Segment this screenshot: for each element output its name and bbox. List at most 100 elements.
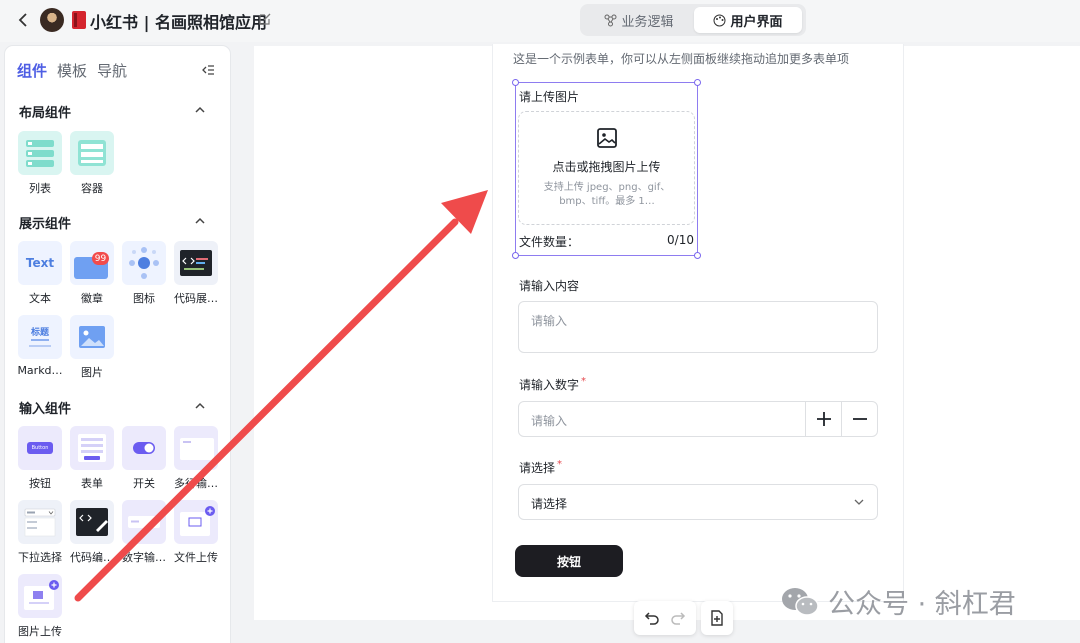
- component-icon[interactable]: 图标: [120, 241, 168, 306]
- component-code-editor[interactable]: 代码编…: [68, 500, 116, 565]
- chevron-up-icon[interactable]: [193, 103, 207, 117]
- badge-icon: 99: [70, 241, 114, 285]
- select-label-text: 请选择: [519, 461, 556, 475]
- increment-button[interactable]: [805, 402, 841, 436]
- number-input-icon: [122, 500, 166, 544]
- image-upload-icon: [18, 574, 62, 618]
- resize-handle[interactable]: [512, 252, 519, 259]
- image-upload-field[interactable]: 请上传图片 点击或拖拽图片上传 支持上传 jpeg、png、gif、bmp、ti…: [512, 79, 701, 259]
- watermark: 公众号 · 斜杠君: [780, 582, 1016, 621]
- undo-icon[interactable]: [644, 610, 660, 626]
- add-page-button[interactable]: [701, 601, 733, 635]
- component-switch[interactable]: 开关: [120, 426, 168, 491]
- top-bar: 小红书 | 名画照相馆应用 业务逻辑 用户界面: [0, 0, 1080, 42]
- component-list[interactable]: 列表: [16, 131, 64, 196]
- component-code-display[interactable]: 代码展…: [172, 241, 220, 306]
- number-placeholder: 请输入: [531, 414, 568, 428]
- switch-icon: [122, 426, 166, 470]
- required-asterisk: *: [581, 376, 587, 387]
- component-text-label: 文本: [29, 292, 51, 305]
- file-count-value: 0/10: [667, 233, 694, 247]
- button-tile-label: Button: [27, 442, 53, 454]
- canvas: 这是一个示例表单，你可以从左侧面板继续拖动追加更多表单项 请上传图片 点击或拖拽…: [254, 44, 1080, 620]
- component-switch-label: 开关: [133, 477, 155, 490]
- component-code-display-label: 代码展…: [174, 292, 218, 305]
- button-icon: Button: [18, 426, 62, 470]
- resize-handle[interactable]: [694, 252, 701, 259]
- resize-handle[interactable]: [694, 79, 701, 86]
- component-dropdown[interactable]: 下拉选择: [16, 500, 64, 565]
- component-icon-label: 图标: [133, 292, 155, 305]
- decrement-button[interactable]: [841, 402, 877, 436]
- component-textarea[interactable]: 多行输…: [172, 426, 220, 491]
- code-editor-icon: [70, 500, 114, 544]
- component-badge-label: 徽章: [81, 292, 103, 305]
- component-textarea-label: 多行输…: [174, 477, 218, 490]
- submit-button[interactable]: 按钮: [515, 545, 623, 577]
- component-markdown[interactable]: 标题 Markd…: [16, 315, 64, 377]
- wechat-icon: [782, 587, 819, 616]
- component-number-input-label: 数字输…: [122, 551, 166, 564]
- resize-handle[interactable]: [512, 79, 519, 86]
- component-image-upload-label: 图片上传: [18, 625, 62, 638]
- tab-user-interface-label: 用户界面: [730, 14, 783, 30]
- section-title-display: 展示组件: [19, 217, 72, 232]
- component-button-label: 按钮: [29, 477, 51, 490]
- panel-tab-templates[interactable]: 模板: [57, 60, 87, 81]
- form-page: 这是一个示例表单，你可以从左侧面板继续拖动追加更多表单项 请上传图片 点击或拖拽…: [492, 44, 904, 602]
- content-label: 请输入内容: [519, 279, 580, 293]
- number-input[interactable]: 请输入: [518, 401, 878, 437]
- text-icon: Text: [18, 241, 62, 285]
- component-button[interactable]: Button 按钮: [16, 426, 64, 491]
- panel-tabs: 组件 模板 导航: [17, 60, 127, 81]
- view-switcher: 业务逻辑 用户界面: [580, 4, 806, 36]
- component-container[interactable]: 容器: [68, 131, 116, 196]
- component-file-upload[interactable]: 文件上传: [172, 500, 220, 565]
- text-tile-label: Text: [25, 256, 55, 270]
- component-image-upload[interactable]: 图片上传: [16, 574, 64, 639]
- component-number-input[interactable]: 数字输…: [120, 500, 168, 565]
- icons-icon: [122, 241, 166, 285]
- component-container-label: 容器: [81, 182, 103, 195]
- markdown-icon: 标题: [18, 315, 62, 359]
- logic-flow-icon: [604, 14, 617, 26]
- list-icon: [18, 131, 62, 175]
- minus-icon: [852, 418, 867, 420]
- form-hint: 这是一个示例表单，你可以从左侧面板继续拖动追加更多表单项: [513, 52, 850, 66]
- redo-icon[interactable]: [670, 610, 686, 626]
- component-form-label: 表单: [81, 477, 103, 490]
- palette-icon: [713, 14, 726, 26]
- image-drop-zone[interactable]: 点击或拖拽图片上传 支持上传 jpeg、png、gif、bmp、tiff。最多 …: [518, 111, 695, 225]
- textarea-icon: [174, 426, 218, 470]
- edit-icon[interactable]: [258, 12, 272, 26]
- component-file-upload-label: 文件上传: [174, 551, 218, 564]
- content-textarea[interactable]: 请输入: [518, 301, 878, 353]
- add-file-icon: [711, 610, 723, 626]
- component-image[interactable]: 图片: [68, 315, 116, 380]
- collapse-panel-icon[interactable]: [201, 63, 215, 77]
- component-text[interactable]: Text 文本: [16, 241, 64, 306]
- panel-tab-navigation[interactable]: 导航: [97, 60, 127, 81]
- plus-icon: [816, 412, 831, 426]
- tab-business-logic[interactable]: 业务逻辑: [586, 7, 692, 33]
- back-arrow-icon[interactable]: [14, 10, 32, 30]
- required-asterisk: *: [557, 459, 563, 470]
- chevron-up-icon[interactable]: [193, 399, 207, 413]
- component-code-editor-label: 代码编…: [70, 551, 114, 564]
- section-title-layout: 布局组件: [19, 106, 72, 121]
- chevron-up-icon[interactable]: [193, 214, 207, 228]
- component-form[interactable]: 表单: [68, 426, 116, 491]
- select-label: 请选择 *: [519, 459, 562, 476]
- number-label: 请输入数字 *: [519, 376, 586, 393]
- form-icon: [70, 426, 114, 470]
- watermark-text: 公众号 · 斜杠君: [828, 589, 1016, 620]
- image-icon: [70, 315, 114, 359]
- select-value: 请选择: [531, 497, 568, 511]
- component-panel: 组件 模板 导航 布局组件 列表 容器 展示组件 Text 文本 99 徽章 图…: [5, 46, 230, 643]
- component-markdown-label: Markd…: [17, 364, 63, 377]
- panel-tab-components[interactable]: 组件: [17, 60, 47, 81]
- tab-user-interface[interactable]: 用户界面: [694, 7, 802, 33]
- component-badge[interactable]: 99 徽章: [68, 241, 116, 306]
- select-dropdown[interactable]: 请选择: [518, 484, 878, 520]
- app-avatar: [40, 8, 64, 32]
